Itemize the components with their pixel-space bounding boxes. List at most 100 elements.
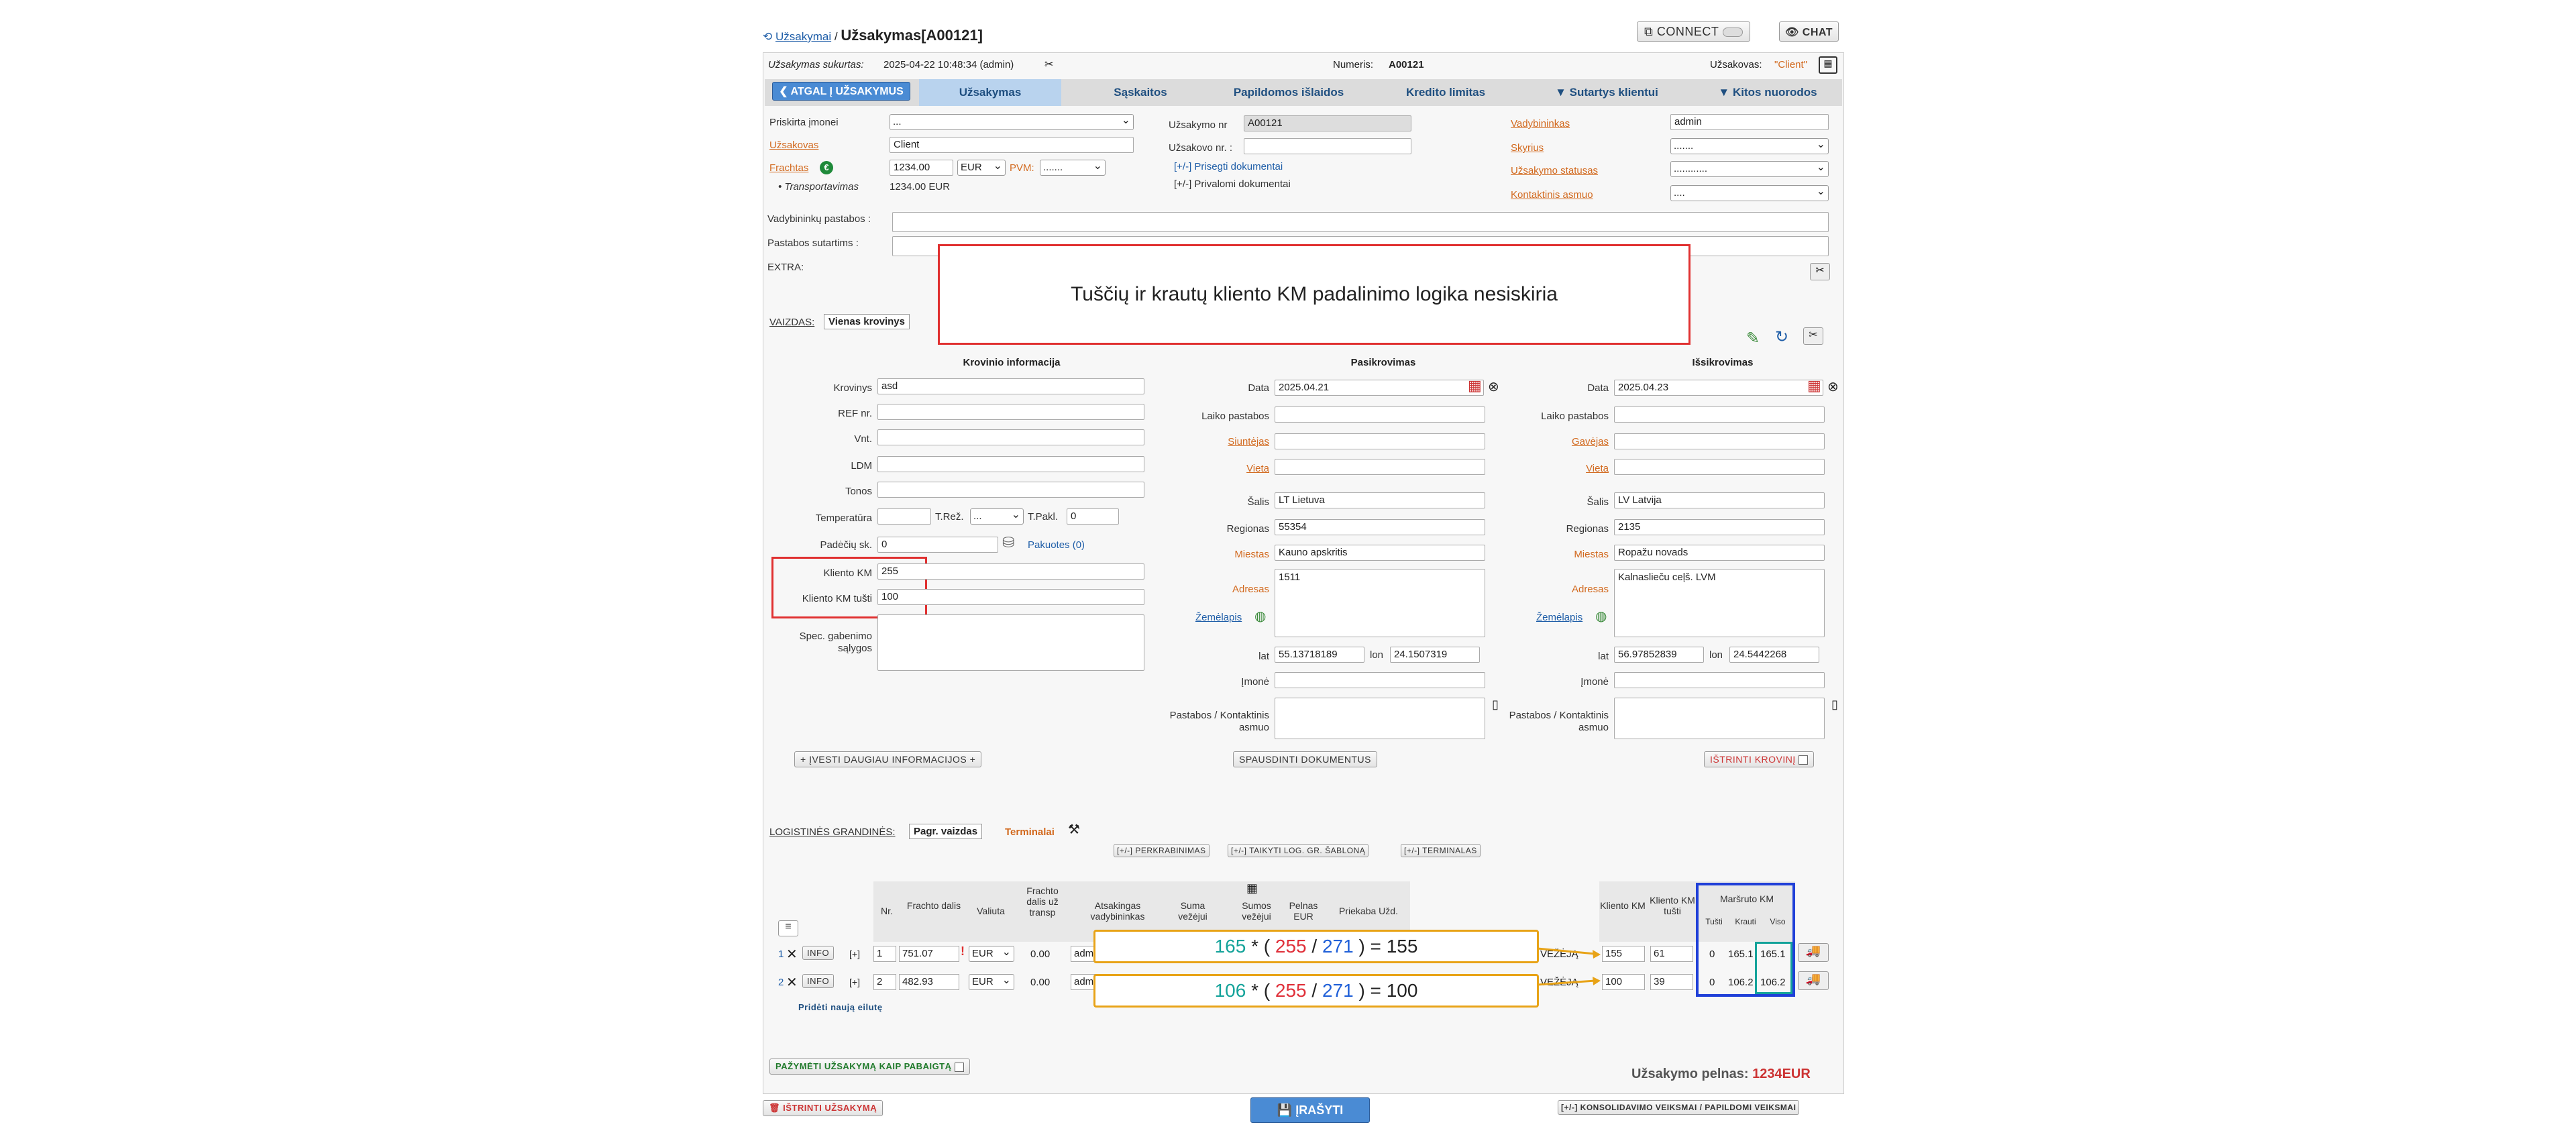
freight-currency-select[interactable]: EUR	[957, 160, 1006, 176]
pickup-lon-input[interactable]: 24.1507319	[1390, 647, 1480, 663]
add-row-link[interactable]: Pridėti naują eilutę	[798, 1002, 883, 1012]
row2-client-km-empty[interactable]: 39	[1650, 974, 1693, 990]
refresh-icon[interactable]: ↻	[1775, 327, 1788, 347]
tons-input[interactable]	[877, 482, 1144, 498]
cargo-input[interactable]: asd	[877, 378, 1144, 394]
delivery-calendar-icon[interactable]: ▦	[1807, 377, 1821, 394]
pallets-input[interactable]: 0	[877, 537, 998, 553]
delete-cargo-checkbox[interactable]	[1799, 755, 1809, 765]
sender-label[interactable]: Siuntėjas	[1171, 436, 1269, 447]
pickup-city-input[interactable]: Kauno apskritis	[1275, 545, 1485, 561]
row1-client-km-empty[interactable]: 61	[1650, 946, 1693, 962]
delivery-country-input[interactable]: LV Latvija	[1614, 492, 1825, 508]
receiver-label[interactable]: Gavėjas	[1511, 436, 1609, 447]
customer-field-label[interactable]: Užsakovas	[769, 140, 818, 151]
reload-button[interactable]: [+/-] PERKRABINIMAS	[1114, 844, 1210, 857]
consolidation-button[interactable]: [+/-] KONSOLIDAVIMO VEIKSMAI / PAPILDOMI…	[1558, 1100, 1800, 1115]
delivery-company-input[interactable]	[1614, 672, 1825, 688]
dept-select[interactable]: .......	[1670, 138, 1829, 154]
row2-info-button[interactable]: INFO	[802, 974, 835, 988]
pickup-region-input[interactable]: 55354	[1275, 519, 1485, 535]
chat-button[interactable]: 👁 CHAT	[1779, 21, 1839, 42]
row2-truck-icon[interactable]: 🚚	[1798, 971, 1829, 990]
client-km-input[interactable]: 255	[877, 563, 1144, 580]
tools-button[interactable]: ✂	[1810, 263, 1830, 280]
pickup-lat-input[interactable]: 55.13718189	[1275, 647, 1364, 663]
customer-input[interactable]: Client	[890, 137, 1134, 153]
status-label[interactable]: Užsakymo statusas	[1511, 165, 1598, 176]
tools-icon-2[interactable]: ✂	[1803, 327, 1823, 345]
tab-contracts[interactable]: ▼ Sutartys klientui	[1529, 82, 1684, 103]
packages-link[interactable]: Pakuotes (0)	[1028, 539, 1085, 551]
ref-input[interactable]	[877, 404, 1144, 420]
tab-order[interactable]: Užsakymas	[919, 79, 1061, 106]
delivery-address-textarea[interactable]: Kalnaslieču ceļš. LVM	[1614, 569, 1825, 637]
attach-docs-link[interactable]: [+/-] Prisegti dokumentai	[1174, 161, 1283, 172]
delivery-map-link[interactable]: Žemėlapis	[1536, 612, 1582, 623]
delete-cargo-button[interactable]: IŠTRINTI KROVINĮ	[1704, 751, 1815, 768]
menu-icon[interactable]: ≡	[778, 920, 798, 936]
row1-delete-icon[interactable]: ✕	[786, 946, 798, 963]
treg-select[interactable]: ...	[970, 508, 1024, 525]
row1-nr[interactable]: 1	[873, 946, 896, 962]
logistics-view-button[interactable]: Pagr. vaizdas	[909, 824, 983, 839]
pickup-address-textarea[interactable]: 1511	[1275, 569, 1485, 637]
connect-toggle[interactable]: ⧉ CONNECT	[1637, 21, 1750, 42]
status-select[interactable]: ............	[1670, 161, 1829, 177]
row2-client-km[interactable]: 100	[1602, 974, 1645, 990]
calculator-icon[interactable]: ▦	[1819, 56, 1837, 74]
mgr-notes-textarea[interactable]	[892, 212, 1829, 232]
breadcrumb-home-link[interactable]: Užsakymai	[775, 30, 831, 43]
row1-currency[interactable]: EUR	[969, 946, 1014, 962]
row1-client-km[interactable]: 155	[1602, 946, 1645, 962]
client-order-input[interactable]	[1244, 138, 1411, 154]
freight-label[interactable]: Frachtas	[769, 162, 808, 174]
delete-order-button[interactable]: 🗑 IŠTRINTI UŽSAKYMĄ	[763, 1100, 883, 1116]
terminals-tool-icon[interactable]: ⚒	[1068, 821, 1080, 838]
tab-credit[interactable]: Kredito limitas	[1375, 82, 1516, 103]
tab-extra-costs[interactable]: Papildomos išlaidos	[1212, 82, 1366, 103]
delivery-region-input[interactable]: 2135	[1614, 519, 1825, 535]
pickup-country-input[interactable]: LT Lietuva	[1275, 492, 1485, 508]
row1-info-button[interactable]: INFO	[802, 946, 835, 960]
mark-complete-checkbox[interactable]	[954, 1062, 964, 1072]
tab-invoices[interactable]: Sąskaitos	[1073, 82, 1208, 103]
print-documents-button[interactable]: SPAUSDINTI DOKUMENTUS	[1233, 751, 1377, 767]
euro-icon[interactable]: €	[820, 161, 833, 174]
tab-links[interactable]: ▼ Kitos nuorodos	[1697, 82, 1838, 103]
company-select[interactable]: ...	[890, 114, 1134, 130]
row1-expand[interactable]: [+]	[849, 948, 860, 959]
apply-template-button[interactable]: [+/-] TAIKYTI LOG. GR. ŠABLONĄ	[1228, 844, 1369, 857]
row2-fraction[interactable]: 482.93	[899, 974, 959, 990]
contact-select[interactable]: ....	[1670, 185, 1829, 201]
save-button[interactable]: 💾 ĮRAŠYTI	[1250, 1097, 1370, 1123]
delivery-time-input[interactable]	[1614, 406, 1825, 423]
terminal-button[interactable]: [+/-] TERMINALAS	[1401, 844, 1481, 857]
view-value-button[interactable]: Vienas krovinys	[824, 314, 910, 329]
delivery-place-label[interactable]: Vieta	[1511, 463, 1609, 474]
row2-delete-icon[interactable]: ✕	[786, 974, 798, 991]
delivery-clear-icon[interactable]: ⊗	[1827, 378, 1839, 395]
manager-label[interactable]: Vadybininkas	[1511, 118, 1570, 129]
vat-select[interactable]: .......	[1040, 160, 1106, 176]
delivery-globe-icon[interactable]: ◍	[1595, 608, 1607, 625]
pickup-phone-icon[interactable]: ▯	[1492, 698, 1499, 712]
delivery-notes-textarea[interactable]	[1614, 698, 1825, 739]
row2-nr[interactable]: 2	[873, 974, 896, 990]
pickup-map-link[interactable]: Žemėlapis	[1195, 612, 1242, 623]
row2-expand[interactable]: [+]	[849, 977, 860, 987]
pickup-notes-textarea[interactable]	[1275, 698, 1485, 739]
row1-fraction[interactable]: 751.07	[899, 946, 959, 962]
ldm-input[interactable]	[877, 456, 1144, 472]
terminals-link[interactable]: Terminalai	[1005, 826, 1055, 838]
delivery-lon-input[interactable]: 24.5442268	[1729, 647, 1819, 663]
delivery-date-input[interactable]: 2025.04.23	[1614, 380, 1823, 396]
delivery-lat-input[interactable]: 56.97852839	[1614, 647, 1704, 663]
private-docs-link[interactable]: [+/-] Privalomi dokumentai	[1174, 178, 1291, 190]
back-to-orders-button[interactable]: ❮ ATGAL Į UŽSAKYMUS	[772, 82, 910, 101]
spec-conditions-textarea[interactable]	[877, 614, 1144, 671]
units-input[interactable]	[877, 429, 1144, 445]
package-icon[interactable]: ⛁	[1002, 534, 1014, 551]
dept-label[interactable]: Skyrius	[1511, 142, 1544, 154]
row1-truck-icon[interactable]: 🚚	[1798, 943, 1829, 962]
